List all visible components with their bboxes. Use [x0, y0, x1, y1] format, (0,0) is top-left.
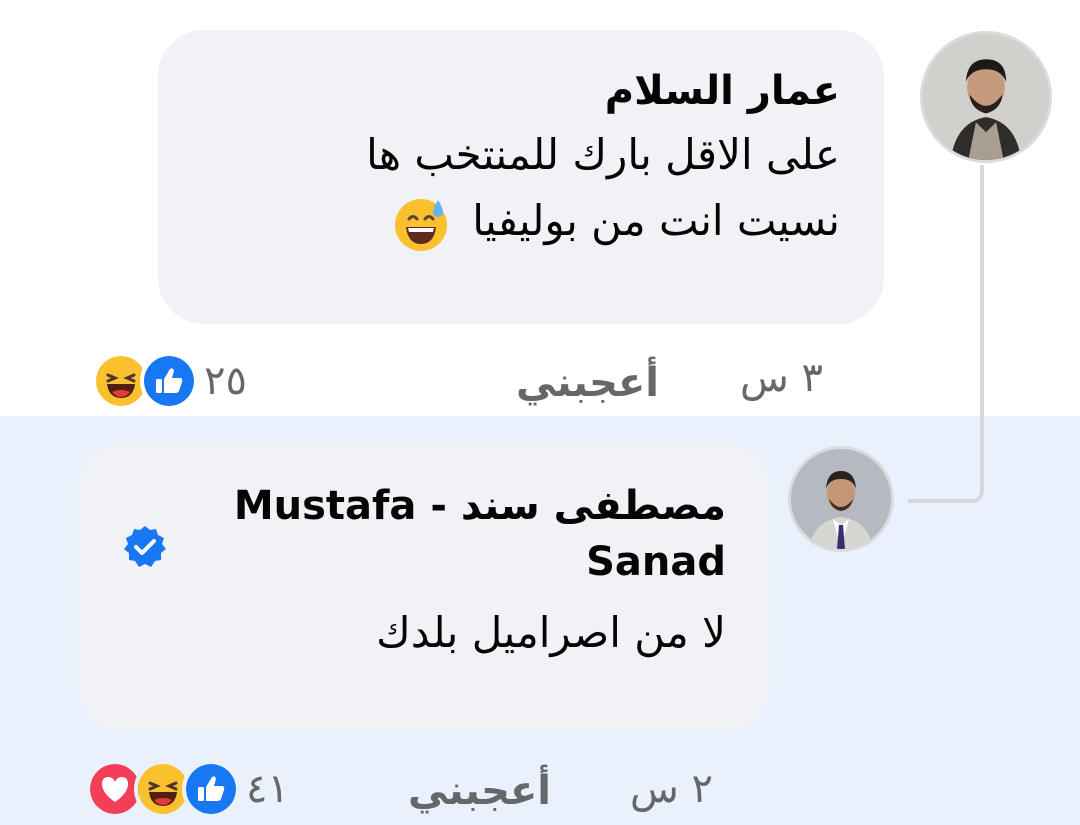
like-link: أعجبني — [516, 360, 659, 406]
author-name-line[interactable]: Sanad — [586, 539, 726, 585]
verified-badge-icon — [124, 526, 166, 567]
comment-text-segment: نسيت انت من بوليفيا — [472, 196, 840, 245]
comment-text-line: نسيت انت من بوليفيا — [198, 188, 840, 254]
comment-text: لا من اصراميل بلدك — [376, 608, 726, 657]
grinning-sweat-emoji-icon — [394, 198, 447, 251]
like-button[interactable]: أعجبني — [408, 768, 551, 814]
comment-author-name[interactable]: عمار السلام — [198, 66, 840, 116]
like-reaction-icon — [182, 760, 240, 818]
like-reaction-icon — [140, 352, 198, 410]
reactions-summary[interactable]: ٤١ — [86, 760, 289, 818]
reaction-count: ٤١ — [246, 766, 289, 812]
reply-bubble: مصطفى سند - Mustafa Sanad لا من اصراميل … — [78, 444, 770, 732]
comment-timestamp[interactable]: ٢ س — [630, 766, 713, 812]
reactions-summary[interactable]: ٢٥ — [92, 352, 247, 410]
like-button[interactable]: أعجبني — [516, 360, 659, 406]
like-link: أعجبني — [408, 768, 551, 814]
reaction-count: ٢٥ — [204, 358, 247, 404]
reply-thread-connector-branch — [908, 499, 974, 503]
comment-bubble: عمار السلام على الاقل بارك للمنتخب ها نس… — [158, 30, 884, 324]
comment-author-name-continued: Sanad — [118, 534, 726, 590]
person-photo-icon — [923, 34, 1049, 160]
commenter-avatar[interactable] — [788, 446, 894, 552]
commenter-avatar[interactable] — [920, 31, 1052, 163]
author-name-line[interactable]: مصطفى سند - Mustafa — [234, 483, 726, 529]
comment-author-name: مصطفى سند - Mustafa — [118, 478, 726, 534]
comment-timestamp[interactable]: ٣ س — [740, 355, 823, 401]
reply-thread-connector — [970, 165, 984, 503]
person-photo-icon — [791, 449, 891, 549]
comment-text-line: على الاقل بارك للمنتخب ها — [366, 130, 840, 179]
